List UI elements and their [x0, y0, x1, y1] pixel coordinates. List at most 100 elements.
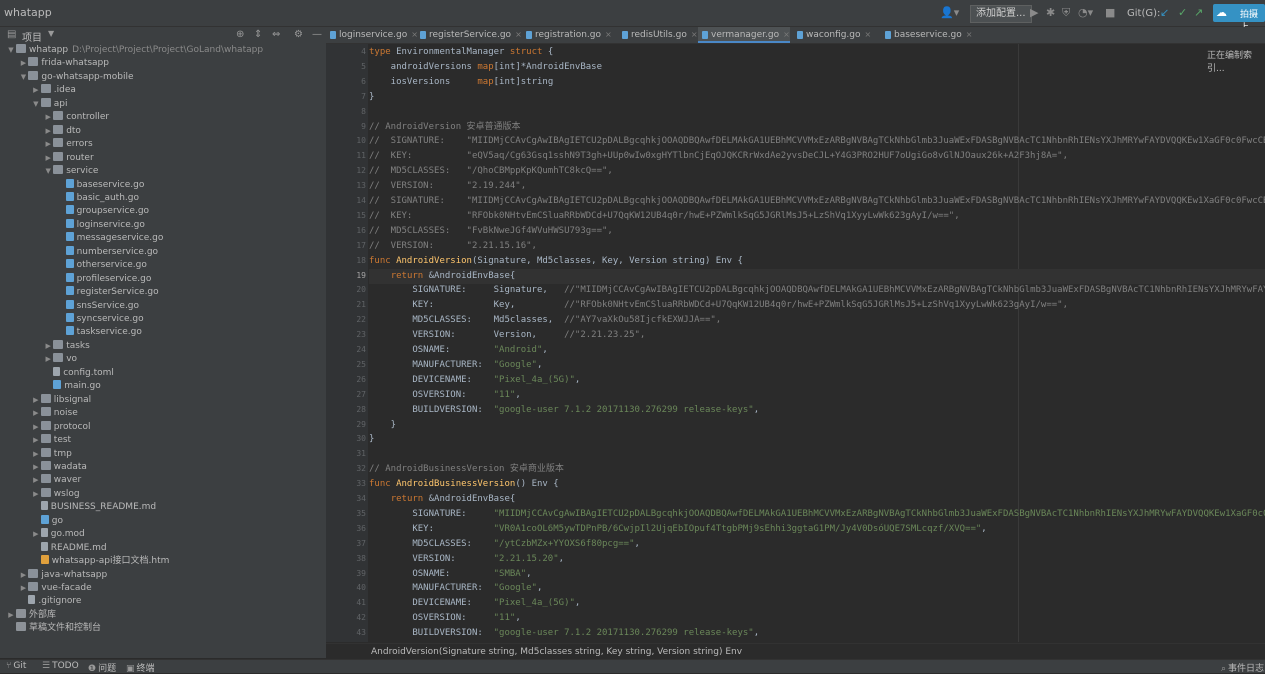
- code-line[interactable]: MANUFACTURER: "Google",: [369, 581, 542, 596]
- debug-icon[interactable]: ✱: [1046, 6, 1055, 19]
- chevron-right-icon[interactable]: ▶: [43, 111, 53, 124]
- code-line[interactable]: BUILDVERSION: "google-user 7.1.2 2017113…: [369, 626, 759, 641]
- code-line[interactable]: // AndroidVersion 安卓普通版本: [369, 120, 521, 135]
- tree-item[interactable]: ▶ wadata: [31, 460, 87, 474]
- tree-item[interactable]: ▶ dto: [43, 124, 81, 138]
- tool-terminal[interactable]: ▣ 终端: [126, 661, 155, 674]
- tree-item[interactable]: numberservice.go: [56, 245, 158, 259]
- tree-item[interactable]: go: [31, 514, 63, 528]
- code-line[interactable]: return &AndroidEnvBase{: [369, 268, 1265, 284]
- code-line[interactable]: return &AndroidEnvBase{: [369, 492, 516, 507]
- code-line[interactable]: OSNAME: "SMBA",: [369, 567, 531, 582]
- tree-item[interactable]: registerService.go: [56, 286, 159, 299]
- chevron-right-icon[interactable]: ▶: [6, 609, 16, 622]
- code-line[interactable]: OSVERSION: "11",: [369, 388, 520, 403]
- chevron-right-icon[interactable]: ▶: [43, 340, 53, 353]
- code-line[interactable]: // MD5CLASSES: "/QhoCBMppKpKQumhTC8kcQ==…: [369, 164, 613, 179]
- chevron-right-icon[interactable]: ▶: [31, 474, 41, 487]
- tree-item[interactable]: 草稿文件和控制台: [6, 622, 101, 635]
- tree-item[interactable]: ▶ wslog: [31, 487, 80, 501]
- close-icon[interactable]: ×: [605, 30, 612, 39]
- git-push-icon[interactable]: ↗: [1194, 6, 1203, 19]
- close-icon[interactable]: ×: [865, 30, 872, 39]
- code-line[interactable]: // MD5CLASSES: "FvBkNweJGf4WVuHWSU793g==…: [369, 224, 613, 239]
- profile-icon[interactable]: ◔▾: [1078, 6, 1093, 19]
- chevron-right-icon[interactable]: ▶: [31, 461, 41, 474]
- chevron-right-icon[interactable]: ▶: [31, 434, 41, 447]
- tree-item[interactable]: ▶ router: [43, 151, 94, 165]
- chevron-right-icon[interactable]: ▶: [43, 353, 53, 366]
- code-line[interactable]: MANUFACTURER: "Google",: [369, 358, 542, 373]
- hide-icon[interactable]: —: [312, 29, 322, 40]
- code-line[interactable]: OSNAME: "Android",: [369, 343, 547, 358]
- close-icon[interactable]: ×: [515, 30, 522, 39]
- tree-item[interactable]: groupservice.go: [56, 205, 149, 218]
- code-line[interactable]: type EnvironmentalManager struct {: [369, 45, 553, 60]
- code-line[interactable]: // AndroidBusinessVersion 安卓商业版本: [369, 462, 564, 477]
- git-commit-icon[interactable]: ✓: [1178, 6, 1187, 19]
- chevron-down-icon[interactable]: ▼: [48, 29, 54, 38]
- chevron-right-icon[interactable]: ▶: [43, 138, 53, 151]
- chevron-right-icon[interactable]: ▶: [31, 421, 41, 434]
- tree-item[interactable]: ▼ api: [31, 97, 68, 111]
- code-line[interactable]: // VERSION: "2.21.15.16",: [369, 239, 537, 254]
- tree-item[interactable]: taskservice.go: [56, 326, 142, 339]
- chevron-down-icon[interactable]: ▼: [31, 98, 41, 111]
- share-button[interactable]: ☁ 拍摄上: [1213, 4, 1265, 33]
- stop-icon[interactable]: ■: [1105, 6, 1115, 19]
- expand-all-icon[interactable]: ⇕: [254, 29, 262, 40]
- tree-item[interactable]: profileservice.go: [56, 272, 151, 286]
- tree-item[interactable]: ▶ noise: [31, 407, 78, 420]
- tree-item[interactable]: ▶ waver: [31, 474, 81, 487]
- tree-item[interactable]: BUSINESS_README.md: [31, 501, 156, 514]
- code-line[interactable]: SIGNATURE: "MIIDMjCCAvCgAwIBAgIETCU2pDAL…: [369, 507, 1265, 522]
- tree-item[interactable]: ▶ .idea: [31, 84, 76, 97]
- tree-item[interactable]: ▶ controller: [43, 111, 109, 124]
- code-line[interactable]: // SIGNATURE: "MIIDMjCCAvCgAwIBAgIETCU2p…: [369, 194, 1265, 209]
- chevron-right-icon[interactable]: ▶: [31, 488, 41, 501]
- tab-redisutils-go[interactable]: redisUtils.go ×: [618, 27, 698, 43]
- code-line[interactable]: func AndroidBusinessVersion() Env {: [369, 477, 559, 492]
- chevron-right-icon[interactable]: ▶: [31, 528, 41, 541]
- tab-loginservice-go[interactable]: loginservice.go ×: [326, 27, 418, 43]
- code-line[interactable]: // VERSION: "2.19.244",: [369, 179, 526, 194]
- tab-vermanager-go[interactable]: vermanager.go ×: [698, 27, 790, 43]
- tree-item[interactable]: ▶ tmp: [31, 447, 72, 461]
- code-line[interactable]: OSVERSION: "11",: [369, 611, 520, 626]
- tool-todo[interactable]: ☰ TODO: [42, 661, 79, 671]
- code-line[interactable]: }: [369, 90, 374, 105]
- tree-item[interactable]: syncservice.go: [56, 313, 144, 326]
- tree-item[interactable]: ▶ java-whatsapp: [18, 568, 107, 582]
- tree-item[interactable]: loginservice.go: [56, 218, 145, 232]
- user-icon[interactable]: 👤▾: [940, 6, 959, 19]
- chevron-down-icon[interactable]: ▼: [18, 71, 28, 84]
- git-update-icon[interactable]: ↙: [1160, 6, 1169, 19]
- code-line[interactable]: KEY: "VR0A1coOL6M5ywTDPnPB/6CwjpIl2UjqEb…: [369, 522, 986, 537]
- code-line[interactable]: MD5CLASSES: "/ytCzbMZx+YYOXS6f80pcg==",: [369, 537, 640, 552]
- code-line[interactable]: SIGNATURE: Signature, //"MIIDMjCCAvCgAwI…: [369, 283, 1265, 298]
- breadcrumb-text[interactable]: AndroidVersion(Signature string, Md5clas…: [371, 647, 742, 657]
- tree-item[interactable]: ▶ vue-facade: [18, 582, 92, 595]
- tool-git[interactable]: ⑂ Git: [6, 661, 26, 671]
- tree-item[interactable]: main.go: [43, 380, 101, 393]
- gear-icon[interactable]: ⚙: [294, 29, 303, 40]
- code-line[interactable]: iosVersions map[int]string: [369, 75, 554, 90]
- code-line[interactable]: // KEY: "eQV5aq/Cg63Gsq1sshN9T3gh+UUp0wI…: [369, 149, 1068, 164]
- tree-item[interactable]: ▼ go-whatsapp-mobile: [18, 70, 134, 84]
- code-line[interactable]: VERSION: "2.21.15.20",: [369, 552, 564, 567]
- tree-item[interactable]: .gitignore: [18, 595, 81, 608]
- tree-item[interactable]: ▶ test: [31, 434, 71, 447]
- code-line[interactable]: DEVICENAME: "Pixel_4a_(5G)",: [369, 596, 580, 611]
- code-line[interactable]: }: [369, 418, 396, 433]
- tree-item[interactable]: ▶ vo: [43, 353, 77, 366]
- run-icon[interactable]: ▶: [1030, 6, 1038, 19]
- code-line[interactable]: KEY: Key, //"RFObk0NHtvEmCSluaRRbWDCd+U7…: [369, 298, 1068, 313]
- code-line[interactable]: DEVICENAME: "Pixel_4a_(5G)",: [369, 373, 580, 388]
- add-configuration-button[interactable]: 添加配置...: [970, 5, 1032, 23]
- tree-item[interactable]: baseservice.go: [56, 178, 144, 192]
- tree-item[interactable]: ▶ tasks: [43, 339, 90, 353]
- chevron-right-icon[interactable]: ▶: [18, 582, 28, 595]
- chevron-down-icon[interactable]: ▼: [6, 44, 16, 57]
- tree-item[interactable]: ▼ service: [43, 165, 98, 178]
- collapse-all-icon[interactable]: ⇔: [272, 29, 280, 40]
